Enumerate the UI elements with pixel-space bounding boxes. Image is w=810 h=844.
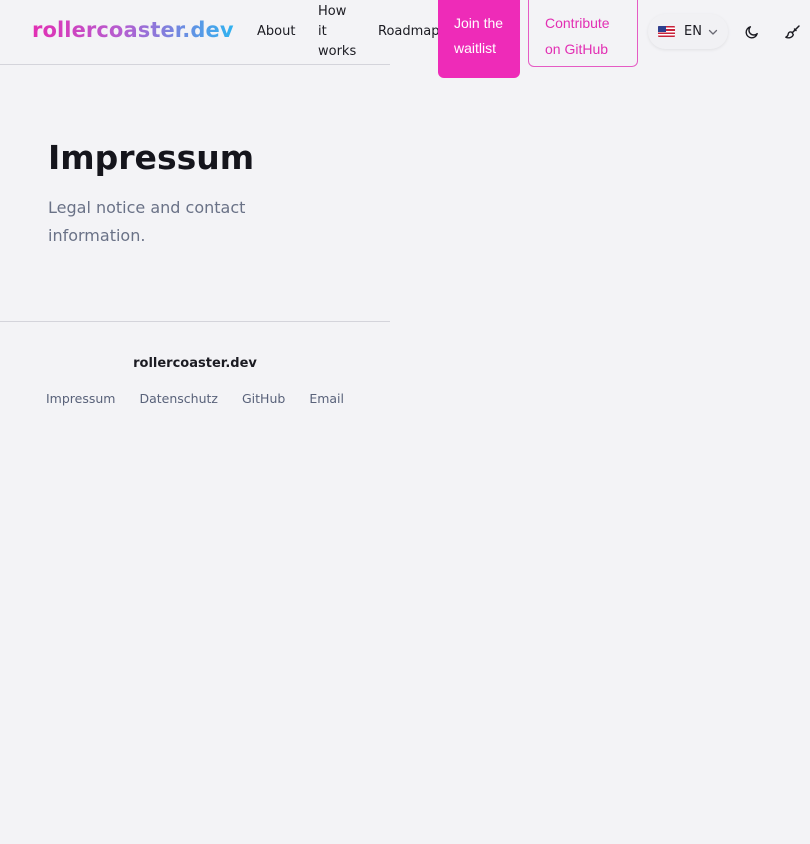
- header-divider: [0, 64, 390, 65]
- contribute-github-button[interactable]: Contribute on GitHub: [528, 0, 638, 67]
- footer-brand: rollercoaster.dev: [133, 356, 257, 371]
- nav-roadmap[interactable]: Roadmap: [378, 22, 440, 42]
- site-logo[interactable]: rollercoaster.dev: [32, 18, 234, 42]
- customize-button[interactable]: [781, 21, 803, 43]
- footer-divider: [0, 321, 390, 322]
- moon-icon: [745, 26, 758, 39]
- paintbrush-icon: [784, 24, 800, 39]
- nav-about[interactable]: About: [257, 22, 295, 42]
- chevron-down-icon: [708, 29, 718, 35]
- footer-links: Impressum Datenschutz GitHub Email: [0, 391, 390, 406]
- footer-link-datenschutz[interactable]: Datenschutz: [139, 391, 218, 406]
- footer-link-github[interactable]: GitHub: [242, 391, 285, 406]
- language-selector[interactable]: EN: [648, 14, 728, 49]
- page: rollercoaster.dev About How it works Roa…: [0, 0, 810, 844]
- page-title: Impressum: [48, 138, 255, 177]
- site-header: rollercoaster.dev About How it works Roa…: [0, 0, 810, 78]
- footer-link-email[interactable]: Email: [309, 391, 344, 406]
- nav-how-it-works[interactable]: How it works: [318, 2, 358, 62]
- join-waitlist-button[interactable]: Join the waitlist: [438, 0, 520, 78]
- page-subtitle: Legal notice and contact information.: [48, 198, 246, 245]
- language-code: EN: [684, 24, 702, 39]
- footer-link-impressum[interactable]: Impressum: [46, 391, 115, 406]
- theme-toggle-button[interactable]: [741, 21, 763, 43]
- us-flag-icon: [658, 26, 675, 37]
